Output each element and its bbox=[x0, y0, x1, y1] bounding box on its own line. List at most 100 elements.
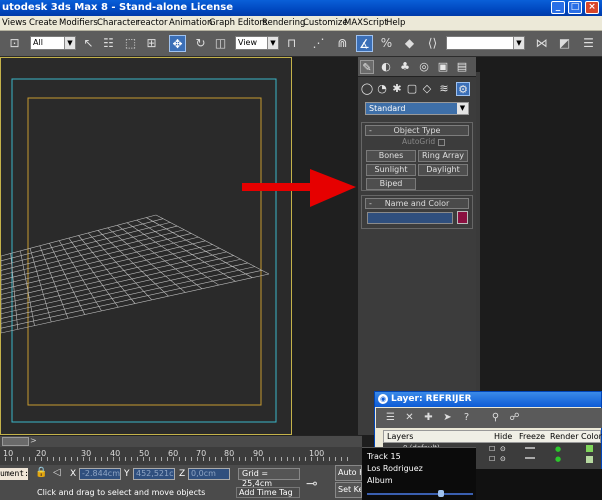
maximize-button[interactable]: □ bbox=[568, 1, 582, 14]
select-icon[interactable]: ◁ bbox=[53, 467, 61, 478]
ring-array-button[interactable]: Ring Array bbox=[418, 150, 468, 162]
hierarchy-tab-icon[interactable]: ♣ bbox=[398, 60, 412, 74]
window-icon[interactable]: ⊞ bbox=[143, 35, 160, 52]
align-tool-icon[interactable]: ◩ bbox=[556, 35, 573, 52]
motion-tab-icon[interactable]: ◎ bbox=[417, 60, 431, 74]
helpers-icon[interactable]: ◇ bbox=[420, 82, 434, 96]
magnet-icon[interactable]: ⋒ bbox=[334, 35, 351, 52]
help-icon[interactable]: ? bbox=[460, 411, 473, 424]
checkbox-icon[interactable]: ☐ bbox=[489, 455, 495, 463]
display-tab-icon[interactable]: ▣ bbox=[436, 60, 450, 74]
bones-button[interactable]: Bones bbox=[366, 150, 416, 162]
media-progress-bar[interactable] bbox=[367, 493, 473, 495]
panel-scrollbar[interactable] bbox=[476, 72, 480, 394]
x-coord-field[interactable]: -2.844cm bbox=[79, 468, 121, 480]
sunlight-button[interactable]: Sunlight bbox=[366, 164, 416, 176]
delete-layer-icon[interactable]: ✕ bbox=[403, 411, 416, 424]
layers-icon[interactable]: ☰ bbox=[580, 35, 597, 52]
selection-filter-dropdown[interactable]: All ▼ bbox=[30, 36, 76, 50]
select-icon[interactable]: ↖ bbox=[80, 35, 97, 52]
daylight-button[interactable]: Daylight bbox=[418, 164, 468, 176]
pivot-icon[interactable]: ⊓ bbox=[283, 35, 300, 52]
autogrid-checkbox[interactable]: AutoGrid bbox=[402, 137, 446, 146]
eye-icon[interactable]: ⊙ bbox=[500, 445, 506, 453]
col-freeze[interactable]: Freeze bbox=[519, 432, 545, 441]
select-name-icon[interactable]: ☷ bbox=[100, 35, 117, 52]
menu-create[interactable]: Create bbox=[29, 18, 57, 28]
named-selection-dropdown[interactable]: ▼ bbox=[446, 36, 525, 50]
lights-icon[interactable]: ✱ bbox=[390, 82, 404, 96]
menu-customize[interactable]: Customize bbox=[303, 18, 348, 28]
add-to-layer-icon[interactable]: ✚ bbox=[422, 411, 435, 424]
time-slider[interactable]: > bbox=[0, 435, 362, 447]
snap-icon[interactable]: ⊡ bbox=[6, 35, 23, 52]
col-hide[interactable]: Hide bbox=[494, 432, 512, 441]
create-tab-icon[interactable]: ✎ bbox=[360, 60, 374, 74]
layer-color-swatch[interactable] bbox=[586, 456, 593, 463]
hide-all-icon[interactable]: ☍ bbox=[508, 411, 521, 424]
menu-animation[interactable]: Animation bbox=[169, 18, 212, 28]
add-time-tag-button[interactable]: Add Time Tag bbox=[236, 487, 300, 498]
close-button[interactable]: × bbox=[585, 1, 599, 14]
set-key-button[interactable]: Set Key bbox=[335, 482, 362, 498]
create-layer-icon[interactable]: ☰ bbox=[384, 411, 397, 424]
align-icon[interactable]: ⋰ bbox=[310, 35, 327, 52]
cameras-icon[interactable]: ▢ bbox=[405, 82, 419, 96]
object-name-field[interactable] bbox=[367, 212, 453, 224]
utilities-tab-icon[interactable]: ▤ bbox=[455, 60, 469, 74]
menu-character[interactable]: Character bbox=[97, 18, 139, 28]
menu-maxscript[interactable]: MAXScript bbox=[344, 18, 388, 28]
move-icon[interactable]: ✥ bbox=[169, 35, 186, 52]
z-coord-field[interactable]: 0,0cm bbox=[188, 468, 230, 480]
y-coord-field[interactable]: 452,521c bbox=[133, 468, 175, 480]
layer-dialog-titlebar[interactable]: ◉ Layer: REFRIJER bbox=[375, 392, 601, 407]
layer-color-swatch[interactable] bbox=[586, 445, 593, 452]
menu-help[interactable]: Help bbox=[386, 18, 405, 28]
menu-graph-editors[interactable]: Graph Editors bbox=[209, 18, 267, 28]
render-icon[interactable]: ● bbox=[555, 455, 561, 463]
maxscript-listener[interactable]: ument: bbox=[0, 468, 28, 480]
col-render[interactable]: Render bbox=[550, 432, 578, 441]
menu-reactor[interactable]: reactor bbox=[137, 18, 167, 28]
checkbox-icon[interactable]: ☐ bbox=[489, 445, 495, 453]
eye-icon[interactable]: ⊙ bbox=[500, 455, 506, 463]
shapes-icon[interactable]: ◔ bbox=[375, 82, 389, 96]
modify-tab-icon[interactable]: ◐ bbox=[379, 60, 393, 74]
col-layers[interactable]: Layers bbox=[387, 432, 413, 441]
category-dropdown[interactable]: Standard ▼ bbox=[365, 102, 469, 115]
geometry-icon[interactable]: ◯ bbox=[360, 82, 374, 96]
freeze-dash[interactable] bbox=[525, 447, 535, 449]
object-type-header[interactable]: - Object Type bbox=[365, 125, 469, 136]
select-layer-icon[interactable]: ➤ bbox=[441, 411, 454, 424]
scale-icon[interactable]: ◫ bbox=[212, 35, 229, 52]
spinner-snap-icon[interactable]: ◆ bbox=[401, 35, 418, 52]
rotate-icon[interactable]: ↻ bbox=[192, 35, 209, 52]
key-icon[interactable]: ⊸ bbox=[306, 476, 318, 492]
biped-button[interactable]: Biped bbox=[366, 178, 416, 190]
menu-rendering[interactable]: Rendering bbox=[262, 18, 305, 28]
menu-modifiers[interactable]: Modifiers bbox=[59, 18, 98, 28]
named-sel-icon[interactable]: ⟨⟩ bbox=[424, 35, 441, 52]
col-color[interactable]: Color bbox=[581, 432, 602, 441]
systems-icon[interactable]: ⚙ bbox=[456, 82, 470, 96]
spacewarps-icon[interactable]: ≋ bbox=[437, 82, 451, 96]
time-slider-thumb[interactable] bbox=[2, 437, 29, 446]
reference-coord-dropdown[interactable]: View ▼ bbox=[235, 36, 279, 50]
rect-select-icon[interactable]: ⬚ bbox=[122, 35, 139, 52]
menu-views[interactable]: Views bbox=[2, 18, 27, 28]
highlight-icon[interactable]: ⚲ bbox=[489, 411, 502, 424]
media-progress-knob[interactable] bbox=[438, 490, 445, 497]
name-and-color-header[interactable]: - Name and Color bbox=[365, 198, 469, 209]
mirror-tool-icon[interactable]: ⋈ bbox=[533, 35, 550, 52]
angle-snap-icon[interactable]: ∡ bbox=[356, 35, 373, 52]
percent-snap-icon[interactable]: % bbox=[378, 35, 395, 52]
freeze-dash[interactable] bbox=[525, 457, 535, 459]
chevron-right-icon[interactable]: > bbox=[30, 436, 37, 445]
render-icon[interactable]: ● bbox=[555, 445, 561, 453]
minimize-button[interactable]: _ bbox=[551, 1, 565, 14]
auto-key-button[interactable]: Auto Key bbox=[335, 465, 362, 481]
object-color-swatch[interactable] bbox=[457, 211, 468, 224]
track-bar[interactable]: 10 20 30 40 50 60 70 80 90 100 bbox=[0, 447, 362, 465]
perspective-viewport[interactable] bbox=[0, 57, 292, 435]
lock-icon[interactable]: 🔒 bbox=[35, 467, 47, 478]
